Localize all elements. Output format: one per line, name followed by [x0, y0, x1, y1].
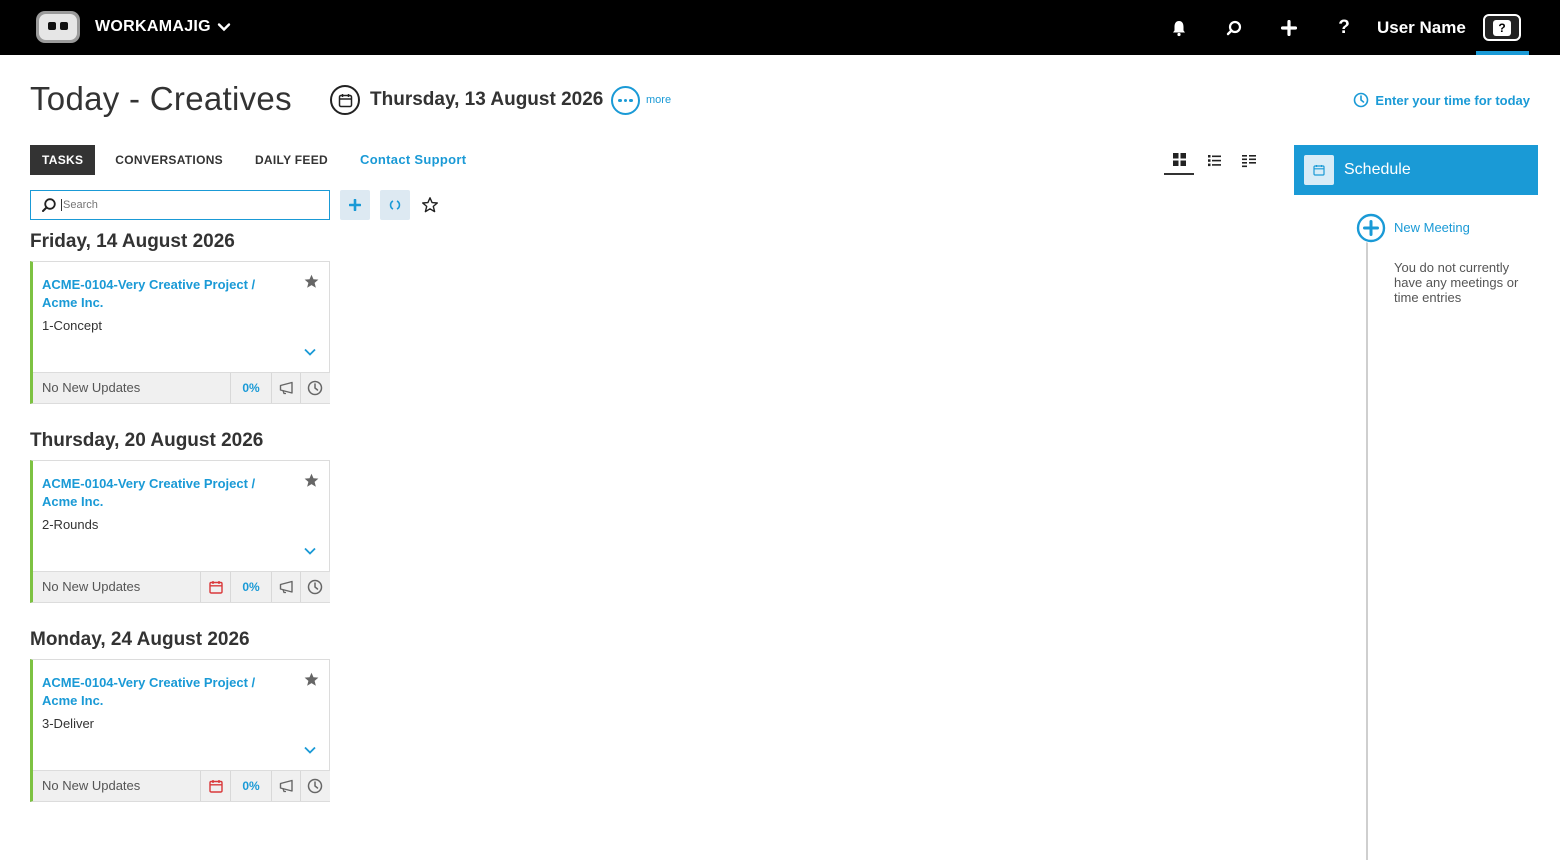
refresh-icon	[389, 200, 401, 210]
due-date-calendar-icon[interactable]	[200, 572, 230, 602]
user-name[interactable]: User Name	[1377, 18, 1466, 38]
chevron-down-icon[interactable]	[303, 345, 317, 359]
project-link[interactable]: ACME-0104-Very Creative Project / Acme I…	[42, 674, 282, 710]
update-status: No New Updates	[42, 778, 141, 793]
due-date-calendar-icon[interactable]	[200, 771, 230, 801]
more-link[interactable]: more	[646, 94, 671, 106]
project-link[interactable]: ACME-0104-Very Creative Project / Acme I…	[42, 276, 282, 312]
view-switcher	[1164, 146, 1264, 175]
workamajig-logo[interactable]	[36, 11, 80, 43]
task-card-footer: No New Updates 0%	[33, 372, 330, 403]
flag-icon[interactable]	[271, 572, 300, 602]
chevron-down-icon[interactable]	[303, 544, 317, 558]
chevron-down-icon[interactable]	[303, 743, 317, 757]
task-card[interactable]: ACME-0104-Very Creative Project / Acme I…	[30, 460, 330, 603]
new-meeting-link[interactable]: New Meeting	[1394, 220, 1470, 235]
empty-schedule-message: You do not currently have any meetings o…	[1394, 260, 1519, 305]
help-question-icon[interactable]: ?	[1333, 17, 1355, 39]
calendar-picker-button[interactable]	[330, 85, 360, 115]
clock-icon	[1354, 92, 1369, 108]
day-heading: Thursday, 20 August 2026	[30, 430, 264, 451]
tab-daily-feed[interactable]: DAILY FEED	[243, 145, 340, 175]
tab-conversations[interactable]: CONVERSATIONS	[103, 145, 235, 175]
active-indicator	[1476, 51, 1529, 55]
calendar-icon	[1304, 155, 1334, 185]
contact-support-link[interactable]: Contact Support	[348, 145, 478, 175]
day-heading: Friday, 14 August 2026	[30, 231, 235, 252]
percent-complete[interactable]: 0%	[230, 373, 271, 403]
bell-icon[interactable]	[1168, 17, 1190, 39]
empty-cell	[200, 373, 230, 403]
current-date: Thursday, 13 August 2026	[370, 89, 604, 110]
schedule-timeline	[1366, 215, 1368, 860]
add-circle-icon[interactable]	[1356, 213, 1386, 243]
day-heading: Monday, 24 August 2026	[30, 629, 250, 650]
page-title: Today - Creatives	[30, 80, 292, 117]
project-link[interactable]: ACME-0104-Very Creative Project / Acme I…	[42, 475, 282, 511]
detail-list-view-icon[interactable]	[1234, 146, 1264, 175]
calendar-icon	[338, 93, 352, 107]
task-card[interactable]: ACME-0104-Very Creative Project / Acme I…	[30, 261, 330, 404]
flag-icon[interactable]	[271, 373, 300, 403]
enter-time-label: Enter your time for today	[1375, 92, 1530, 108]
task-name: 3-Deliver	[42, 716, 95, 731]
plus-icon	[349, 199, 361, 211]
brand-label: WORKAMAJIG	[95, 18, 211, 35]
list-view-icon[interactable]	[1199, 146, 1229, 175]
favorites-star-icon[interactable]	[421, 196, 439, 214]
grid-view-icon[interactable]	[1164, 146, 1194, 175]
tab-tasks[interactable]: TASKS	[30, 145, 96, 175]
chevron-down-icon	[217, 23, 231, 32]
more-options-button[interactable]	[611, 86, 640, 115]
task-name: 1-Concept	[42, 318, 102, 333]
help-chat-icon[interactable]: ?	[1483, 14, 1521, 41]
flag-icon[interactable]	[271, 771, 300, 801]
task-card[interactable]: ACME-0104-Very Creative Project / Acme I…	[30, 659, 330, 802]
top-nav-bar: WORKAMAJIG ? User Name ?	[0, 0, 1560, 55]
task-name: 2-Rounds	[42, 517, 99, 532]
add-task-button[interactable]	[340, 190, 370, 220]
search-icon[interactable]	[1223, 17, 1245, 39]
brand-menu[interactable]: WORKAMAJIG	[95, 18, 231, 36]
tab-bar: TASKS CONVERSATIONS DAILY FEED Contact S…	[30, 145, 478, 175]
refresh-button[interactable]	[380, 190, 410, 220]
enter-time-link[interactable]: Enter your time for today	[1353, 92, 1530, 108]
clock-icon[interactable]	[300, 771, 329, 801]
percent-complete[interactable]: 0%	[230, 771, 271, 801]
clock-icon[interactable]	[300, 572, 329, 602]
search-icon	[42, 198, 56, 212]
schedule-title: Schedule	[1344, 161, 1411, 178]
star-icon[interactable]	[303, 273, 320, 290]
task-card-footer: No New Updates 0%	[33, 571, 330, 602]
search-field[interactable]	[30, 190, 330, 220]
update-status: No New Updates	[42, 380, 141, 395]
clock-icon[interactable]	[300, 373, 329, 403]
schedule-header[interactable]: Schedule	[1294, 145, 1538, 195]
add-icon[interactable]	[1278, 17, 1300, 39]
task-card-footer: No New Updates 0%	[33, 770, 330, 801]
update-status: No New Updates	[42, 579, 141, 594]
star-icon[interactable]	[303, 671, 320, 688]
percent-complete[interactable]: 0%	[230, 572, 271, 602]
search-input[interactable]	[61, 199, 311, 211]
star-icon[interactable]	[303, 472, 320, 489]
